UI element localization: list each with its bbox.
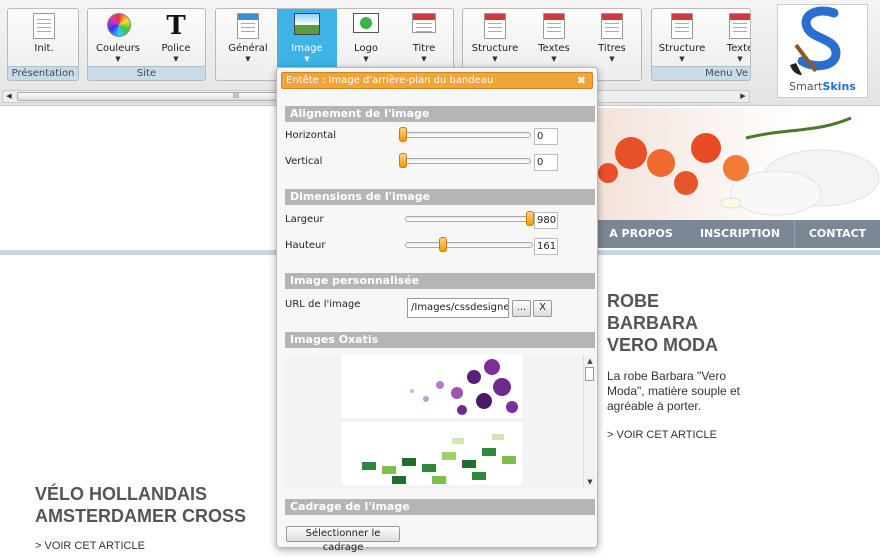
- document-icon: [33, 13, 55, 39]
- article-link[interactable]: > VOIR CET ARTICLE: [607, 429, 717, 441]
- title-block-icon: [412, 13, 436, 33]
- smartskins-s-icon: [790, 6, 841, 75]
- banner-image-dialog: Entête : Image d'arrière-plan du bandeau…: [276, 67, 598, 553]
- height-slider[interactable]: [405, 242, 533, 248]
- general-button[interactable]: Général ▼: [218, 9, 278, 67]
- section-dimensions: Dimensions de l'image: [285, 189, 595, 205]
- chevron-down-icon: ▼: [421, 55, 427, 63]
- green-tiles-image: [362, 434, 516, 484]
- width-slider[interactable]: [405, 216, 533, 222]
- group-title-site: Site: [88, 66, 205, 80]
- width-slider-handle[interactable]: [526, 211, 534, 226]
- horizontal-label: Horizontal: [285, 130, 337, 141]
- chevron-down-icon: ▼: [115, 55, 121, 63]
- toolbar-group-menu: Structure ▼ Texte ▼ Menu Ve: [651, 8, 751, 81]
- texts-button[interactable]: Textes ▼: [524, 9, 584, 67]
- header-banner-image: [596, 108, 880, 220]
- picture-icon: [294, 13, 320, 35]
- width-value[interactable]: 980: [534, 212, 558, 229]
- chevron-down-icon: ▼: [609, 55, 615, 63]
- vertical-value[interactable]: 0: [534, 154, 558, 171]
- toolbar-group-site: Couleurs ▼ T Police ▼ Site: [87, 8, 206, 81]
- dialog-title: Entête : Image d'arrière-plan du bandeau: [286, 75, 494, 86]
- logo-button[interactable]: Logo ▼: [336, 9, 396, 67]
- init-button[interactable]: Init.: [14, 9, 74, 67]
- horizontal-value[interactable]: 0: [534, 128, 558, 145]
- horizontal-slider[interactable]: [401, 132, 531, 138]
- browse-button[interactable]: ...: [512, 300, 531, 317]
- article-link[interactable]: > VOIR CET ARTICLE: [35, 540, 145, 552]
- scroll-up-icon[interactable]: ▲: [584, 357, 595, 365]
- article-description: La robe Barbara "Vero Moda", matière sou…: [607, 369, 740, 413]
- scrollbar-thumb[interactable]: [585, 367, 594, 381]
- height-value[interactable]: 161: [534, 238, 558, 255]
- document-icon: [543, 13, 565, 39]
- vertical-label: Vertical: [285, 156, 323, 167]
- chevron-down-icon: ▼: [679, 55, 685, 63]
- titles-button[interactable]: Titres ▼: [582, 9, 641, 67]
- dialog-titlebar[interactable]: Entête : Image d'arrière-plan du bandeau…: [281, 72, 593, 89]
- oxatis-image-thumbnail[interactable]: [342, 422, 522, 485]
- section-custom-image: Image personnalisée: [285, 273, 595, 289]
- logo-icon: [353, 13, 379, 33]
- toolbar-group-presentation: Init. Présentation: [7, 8, 79, 81]
- image-url-input[interactable]: /Images/cssdesigner: [407, 298, 509, 318]
- menu-text-button[interactable]: Texte ▼: [710, 9, 750, 67]
- logo-word-smart: Smart: [789, 80, 823, 93]
- section-oxatis-images: Images Oxatis: [285, 332, 595, 348]
- scroll-left-icon[interactable]: ◀: [3, 91, 15, 102]
- document-icon: [729, 13, 750, 39]
- group-title-presentation: Présentation: [8, 66, 78, 80]
- height-label: Hauteur: [285, 240, 326, 251]
- oxatis-image-thumbnail[interactable]: [342, 355, 522, 418]
- vertical-slider-handle[interactable]: [399, 153, 407, 168]
- section-crop: Cadrage de l'image: [285, 499, 595, 515]
- nav-item-inscription[interactable]: INSCRIPTION: [686, 220, 794, 248]
- close-icon[interactable]: ✖: [577, 73, 586, 88]
- width-label: Largeur: [285, 214, 324, 225]
- article-title[interactable]: ROBE BARBARA VERO MODA: [607, 290, 718, 356]
- structure-button[interactable]: Structure ▼: [465, 9, 525, 67]
- color-wheel-icon: [107, 13, 131, 37]
- scroll-right-icon[interactable]: ▶: [737, 91, 749, 102]
- font-t-icon: T: [166, 11, 186, 41]
- section-alignment: Alignement de l'image: [285, 106, 595, 122]
- group-title-menu: Menu Ve: [652, 66, 750, 80]
- document-icon: [601, 13, 623, 39]
- chevron-down-icon: ▼: [173, 55, 179, 63]
- logo-word-skins: Skins: [822, 80, 856, 93]
- height-slider-handle[interactable]: [439, 237, 447, 252]
- clear-url-button[interactable]: X: [533, 300, 552, 317]
- select-crop-button[interactable]: Sélectionner le cadrage: [286, 526, 400, 553]
- image-list-scrollbar[interactable]: ▲ ▼: [583, 355, 595, 488]
- chevron-down-icon: ▼: [737, 55, 743, 63]
- purple-splash-image: [410, 359, 518, 415]
- menu-structure-button[interactable]: Structure ▼: [652, 9, 712, 67]
- font-button[interactable]: T Police ▼: [146, 9, 205, 67]
- chevron-down-icon: ▼: [551, 55, 557, 63]
- smartskins-logo: SmartSkins: [777, 4, 868, 98]
- scroll-down-icon[interactable]: ▼: [584, 478, 595, 486]
- site-nav: A PROPOS INSCRIPTION CONTACT: [596, 220, 880, 248]
- vertical-slider[interactable]: [401, 158, 531, 164]
- horizontal-slider-handle[interactable]: [399, 127, 407, 142]
- spa-flowers-image: [598, 116, 880, 216]
- article-title[interactable]: VÉLO HOLLANDAIS AMSTERDAMER CROSS: [35, 483, 246, 527]
- document-icon: [484, 13, 506, 39]
- document-icon: [237, 13, 259, 39]
- chevron-down-icon: ▼: [363, 55, 369, 63]
- oxatis-image-list[interactable]: ▲ ▼: [285, 355, 595, 488]
- title-button[interactable]: Titre ▼: [394, 9, 453, 67]
- image-button[interactable]: Image ▼: [277, 9, 337, 67]
- colors-button[interactable]: Couleurs ▼: [88, 9, 148, 67]
- chevron-down-icon: ▼: [245, 55, 251, 63]
- chevron-down-icon: ▼: [492, 55, 498, 63]
- nav-item-contact[interactable]: CONTACT: [794, 220, 880, 248]
- nav-item-a-propos[interactable]: A PROPOS: [596, 220, 686, 248]
- chevron-down-icon: ▼: [304, 55, 310, 63]
- url-label: URL de l'image: [285, 299, 361, 310]
- document-icon: [671, 13, 693, 39]
